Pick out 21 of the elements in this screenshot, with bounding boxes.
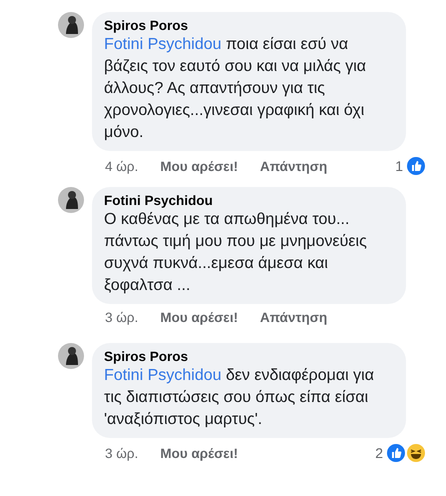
author-name[interactable]: Fotini Psychidou (104, 193, 394, 208)
author-name[interactable]: Spiros Poros (104, 18, 394, 33)
like-link[interactable]: Μου αρέσει! (160, 158, 238, 174)
timestamp[interactable]: 3 ώρ. (105, 310, 138, 325)
avatar-icon (58, 343, 84, 369)
avatar-icon (58, 187, 84, 213)
reaction-count[interactable]: 1 (395, 158, 403, 174)
comment-text: Ο καθένας με τα απωθημένα του... πάντως τιμή μου που με μνημονεύεις συχνά πυκνά...εμεσα άμεσα και ξοφαλτσα ... (104, 210, 368, 296)
mention-link[interactable]: Fotini Psychidou (104, 367, 222, 384)
like-link[interactable]: Μου αρέσει! (160, 310, 238, 325)
reply-link[interactable]: Απάντηση (260, 158, 328, 174)
mention-link[interactable]: Fotini Psychidou (104, 36, 222, 53)
comment-text: Fotini Psychidou δεν ενδιαφέρομαι για τις διαπιστώσεις σου όπως είπα είσαι 'αναξιόπιστος μαρτυς'. (104, 366, 375, 430)
reply-link[interactable]: Απάντηση (260, 310, 328, 325)
author-name[interactable]: Spiros Poros (104, 349, 394, 364)
like-link[interactable]: Μου αρέσει! (160, 446, 238, 460)
avatar-icon (58, 12, 84, 38)
timestamp[interactable]: 4 ώρ. (105, 158, 138, 174)
timestamp[interactable]: 3 ώρ. (105, 446, 138, 460)
comment-text: Fotini Psychidou ποια είσαι εσύ να βάζεις τον εαυτό σου και να μιλάς για άλλους? Ας απαντήσουν για τις χρονολογιες...γινεσαι γραφική και όχι μόνο. (104, 35, 368, 143)
reaction-count[interactable]: 2 (375, 445, 383, 461)
